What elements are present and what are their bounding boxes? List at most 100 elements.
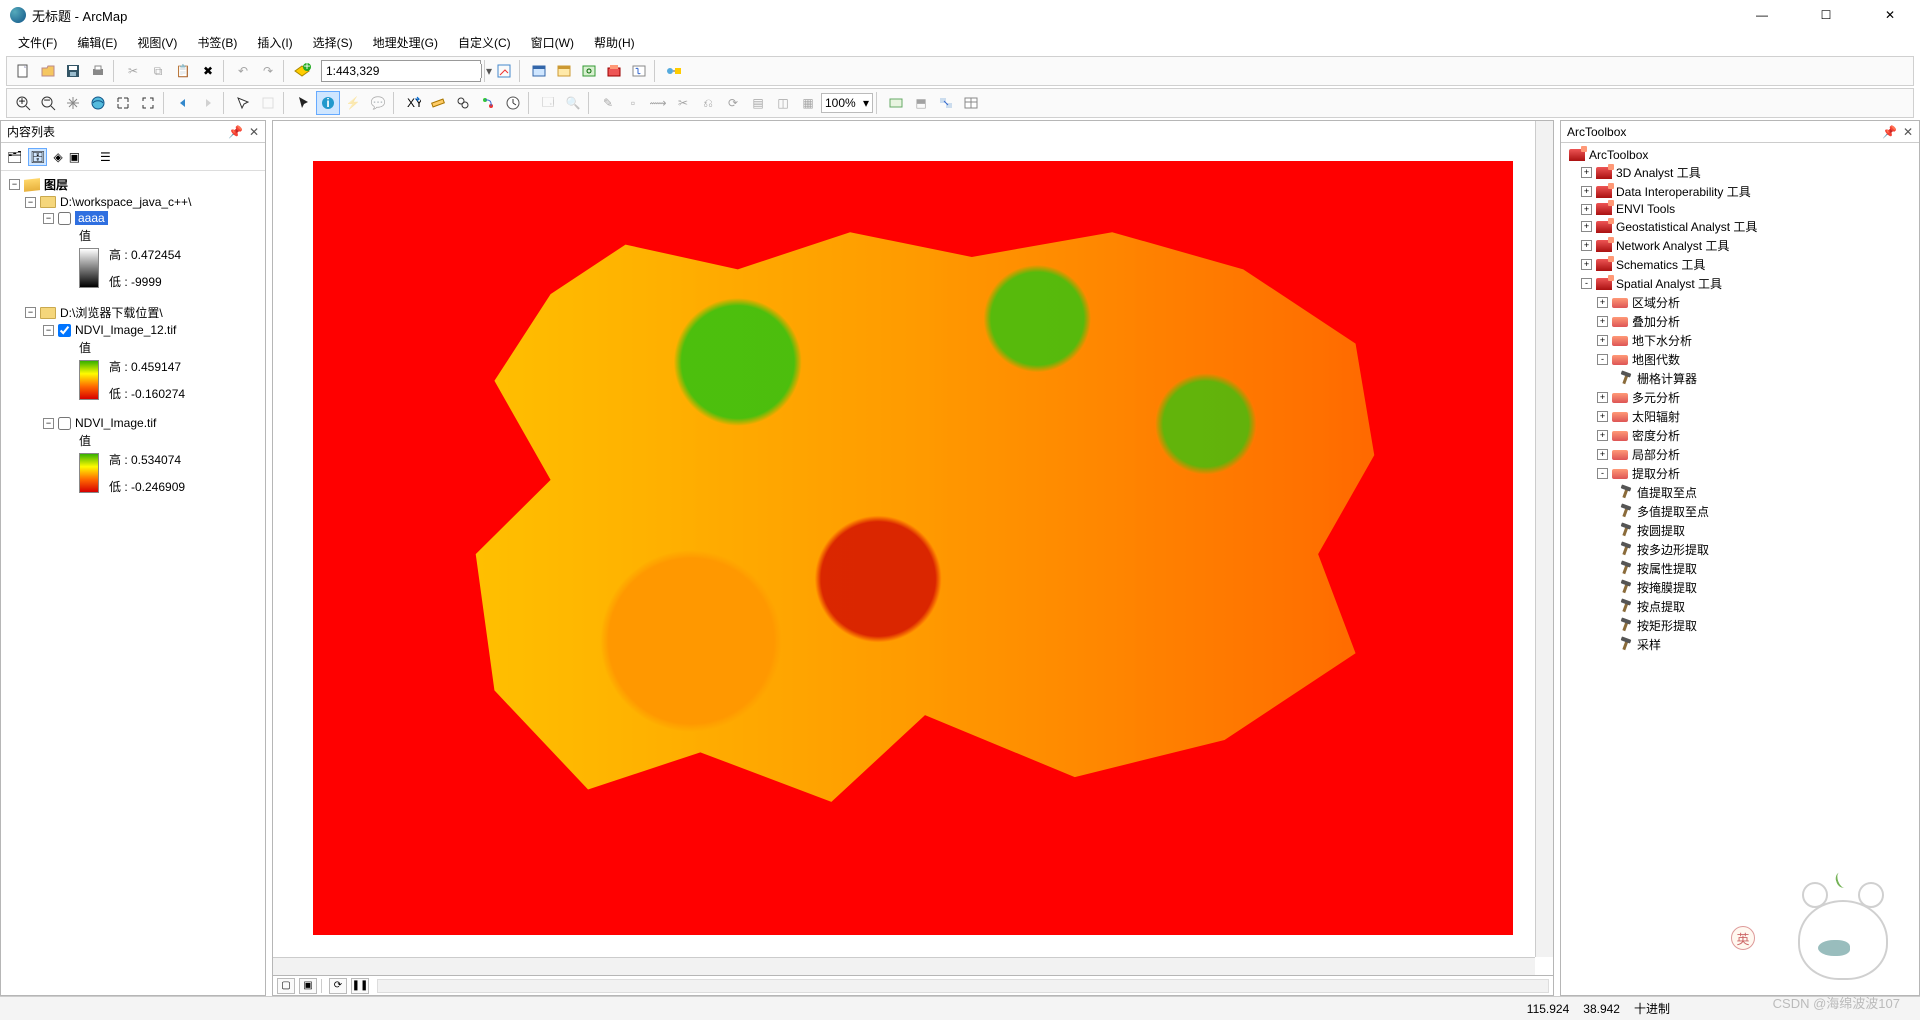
list-by-visibility-icon[interactable]: ◈: [53, 150, 62, 164]
expand-toggle[interactable]: +: [1597, 430, 1608, 441]
map-scale-combo[interactable]: ▾: [321, 60, 481, 82]
tool-item[interactable]: 值提取至点: [1637, 484, 1697, 501]
pin-icon[interactable]: 📌: [1882, 125, 1897, 139]
toc-window-icon[interactable]: [527, 59, 551, 83]
search-window-icon[interactable]: [577, 59, 601, 83]
select-features-icon[interactable]: [231, 91, 255, 115]
expand-toggle[interactable]: +: [1581, 240, 1592, 251]
menu-item[interactable]: 视图(V): [129, 32, 185, 52]
zoom-in-icon[interactable]: +: [11, 91, 35, 115]
toolset-item[interactable]: 多元分析: [1632, 389, 1680, 406]
georef-toolbar-icon[interactable]: [884, 91, 908, 115]
toolbox-item[interactable]: Schematics 工具: [1616, 256, 1705, 273]
expand-toggle[interactable]: +: [1597, 411, 1608, 422]
close-button[interactable]: ✕: [1870, 8, 1910, 22]
map-horizontal-scrollbar[interactable]: [273, 957, 1535, 975]
identify-icon[interactable]: i: [316, 91, 340, 115]
expand-toggle[interactable]: -: [1597, 468, 1608, 479]
tool-item[interactable]: 按矩形提取: [1637, 617, 1697, 634]
layer-name[interactable]: NDVI_Image_12.tif: [75, 323, 176, 337]
expand-toggle[interactable]: -: [1597, 354, 1608, 365]
save-icon[interactable]: [61, 59, 85, 83]
layer-visibility-checkbox[interactable]: [58, 212, 71, 225]
list-by-source-icon[interactable]: 🗄: [28, 148, 47, 166]
list-by-drawing-icon[interactable]: 🗂: [7, 150, 22, 164]
editor-toolbar-icon[interactable]: [492, 59, 516, 83]
menu-item[interactable]: 帮助(H): [586, 32, 643, 52]
expand-toggle[interactable]: +: [1581, 259, 1592, 270]
menu-item[interactable]: 窗口(W): [523, 32, 582, 52]
layer-visibility-checkbox[interactable]: [58, 417, 71, 430]
minimize-button[interactable]: —: [1742, 8, 1782, 22]
map-vertical-scrollbar[interactable]: [1535, 121, 1553, 957]
close-panel-icon[interactable]: ✕: [249, 125, 259, 139]
tool-item[interactable]: 按掩膜提取: [1637, 579, 1697, 596]
toolbox-item[interactable]: 3D Analyst 工具: [1616, 164, 1701, 181]
tool-item[interactable]: 采样: [1637, 636, 1661, 653]
group-path[interactable]: D:\浏览器下载位置\: [60, 304, 163, 321]
ime-badge[interactable]: 英: [1731, 926, 1755, 950]
delete-icon[interactable]: ✖: [196, 59, 220, 83]
pan-icon[interactable]: [61, 91, 85, 115]
layout-view-tab[interactable]: ▣: [299, 978, 317, 994]
find-icon[interactable]: [451, 91, 475, 115]
add-data-icon[interactable]: +: [291, 59, 315, 83]
tool-item[interactable]: 按圆提取: [1637, 522, 1685, 539]
expand-toggle[interactable]: -: [1581, 278, 1592, 289]
toc-options-icon[interactable]: ☰: [100, 150, 111, 164]
map-scale-input[interactable]: [326, 64, 481, 78]
open-icon[interactable]: [36, 59, 60, 83]
prev-extent-icon[interactable]: [171, 91, 195, 115]
expand-toggle[interactable]: +: [1597, 297, 1608, 308]
layer-name[interactable]: NDVI_Image.tif: [75, 416, 156, 430]
tool-item[interactable]: 按属性提取: [1637, 560, 1697, 577]
maximize-button[interactable]: ☐: [1806, 8, 1846, 22]
arctoolbox-root[interactable]: ArcToolbox: [1589, 148, 1648, 162]
expand-toggle[interactable]: −: [25, 307, 36, 318]
toolset-item[interactable]: 提取分析: [1632, 465, 1680, 482]
expand-toggle[interactable]: +: [1581, 167, 1592, 178]
map-canvas[interactable]: [313, 161, 1513, 935]
goto-xy-icon[interactable]: XY: [401, 91, 425, 115]
pause-drawing-icon[interactable]: ❚❚: [351, 978, 369, 994]
tool-item[interactable]: 按点提取: [1637, 598, 1685, 615]
fixed-zoom-in-icon[interactable]: [111, 91, 135, 115]
expand-toggle[interactable]: +: [1581, 204, 1592, 215]
expand-toggle[interactable]: +: [1597, 335, 1608, 346]
menu-item[interactable]: 文件(F): [10, 32, 65, 52]
expand-toggle[interactable]: −: [43, 418, 54, 429]
zoom-out-icon[interactable]: −: [36, 91, 60, 115]
toolbox-item[interactable]: Network Analyst 工具: [1616, 237, 1729, 254]
toolset-item[interactable]: 局部分析: [1632, 446, 1680, 463]
menu-item[interactable]: 插入(I): [249, 32, 300, 52]
model-builder-icon[interactable]: [662, 59, 686, 83]
new-doc-icon[interactable]: [11, 59, 35, 83]
toolset-item[interactable]: 区域分析: [1632, 294, 1680, 311]
fixed-zoom-out-icon[interactable]: [136, 91, 160, 115]
toolbox-item[interactable]: ENVI Tools: [1616, 202, 1675, 216]
toolset-item[interactable]: 太阳辐射: [1632, 408, 1680, 425]
expand-toggle[interactable]: +: [1597, 392, 1608, 403]
layer-visibility-checkbox[interactable]: [58, 324, 71, 337]
python-window-icon[interactable]: [627, 59, 651, 83]
refresh-view-icon[interactable]: ⟳: [329, 978, 347, 994]
expand-toggle[interactable]: +: [1581, 221, 1592, 232]
layer-name[interactable]: aaaa: [75, 211, 108, 225]
toolbox-item[interactable]: Geostatistical Analyst 工具: [1616, 218, 1757, 235]
georef-table-icon[interactable]: [959, 91, 983, 115]
catalog-window-icon[interactable]: [552, 59, 576, 83]
menu-item[interactable]: 编辑(E): [69, 32, 125, 52]
expand-toggle[interactable]: −: [25, 197, 36, 208]
expand-toggle[interactable]: −: [43, 213, 54, 224]
print-icon[interactable]: [86, 59, 110, 83]
menu-item[interactable]: 自定义(C): [450, 32, 519, 52]
map-tab-scrollbar[interactable]: [377, 979, 1549, 993]
expand-toggle[interactable]: +: [1597, 449, 1608, 460]
expand-toggle[interactable]: −: [43, 325, 54, 336]
expand-toggle[interactable]: +: [1597, 316, 1608, 327]
select-elements-icon[interactable]: [291, 91, 315, 115]
map-view[interactable]: [272, 120, 1554, 976]
full-extent-icon[interactable]: [86, 91, 110, 115]
toolbox-item[interactable]: Spatial Analyst 工具: [1616, 275, 1722, 292]
toolset-item[interactable]: 叠加分析: [1632, 313, 1680, 330]
